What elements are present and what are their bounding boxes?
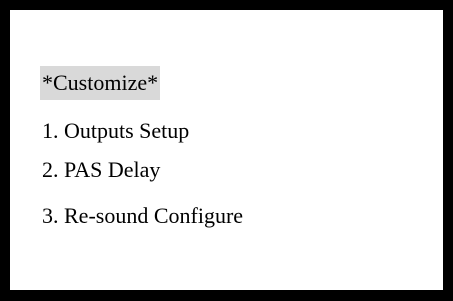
lcd-screen-frame: *Customize* 1. Outputs Setup 2. PAS Dela… [0,0,453,301]
menu-item-pas-delay[interactable]: 2. PAS Delay [42,153,160,187]
menu-item-re-sound-configure[interactable]: 3. Re-sound Configure [42,199,243,233]
menu-item-outputs-setup[interactable]: 1. Outputs Setup [42,114,189,148]
menu-title-customize: *Customize* [40,66,161,100]
